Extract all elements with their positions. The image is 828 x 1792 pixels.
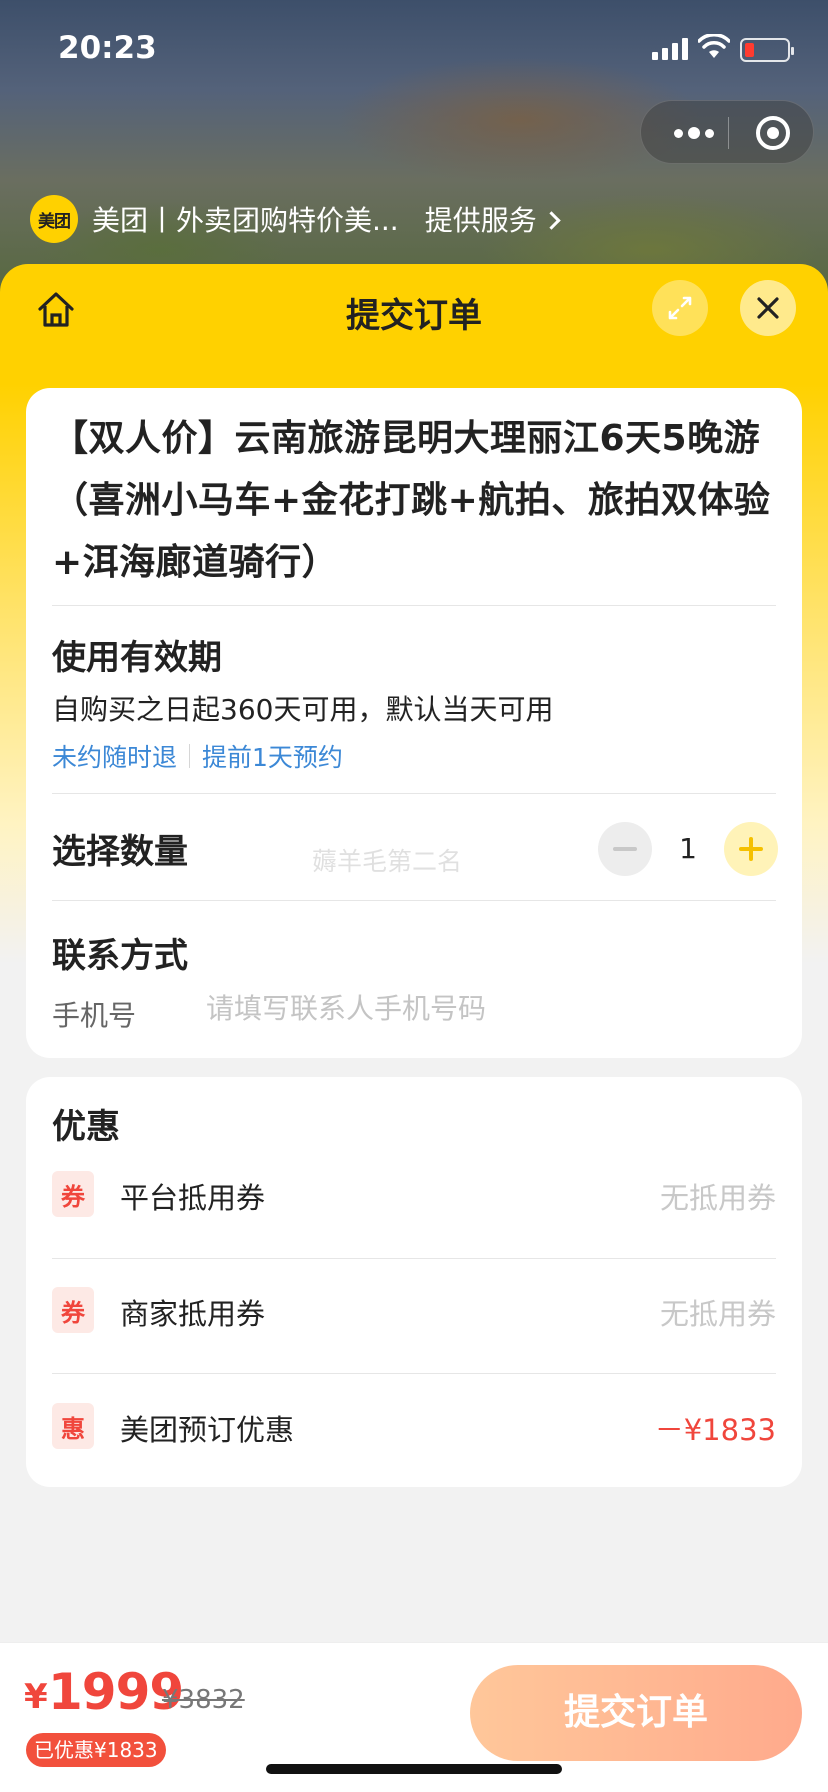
- quantity-label: 选择数量: [52, 832, 188, 872]
- expand-button[interactable]: [652, 280, 708, 336]
- submit-order-button[interactable]: 提交订单: [470, 1665, 802, 1761]
- divider: [52, 1373, 776, 1374]
- divider: [52, 793, 776, 794]
- validity-title: 使用有效期: [52, 638, 222, 678]
- meituan-logo: 美团: [30, 195, 78, 243]
- quantity-minus-button[interactable]: [598, 822, 652, 876]
- tag-reservation: 提前1天预约: [202, 743, 343, 772]
- divider: [52, 1258, 776, 1259]
- status-time: 20:23: [58, 30, 157, 66]
- validity-text: 自购买之日起360天可用，默认当天可用: [52, 693, 554, 726]
- discounts-title: 优惠: [52, 1107, 120, 1147]
- tag-refund: 未约随时退: [52, 743, 178, 772]
- divider: [52, 605, 776, 606]
- discount-label: 平台抵用券: [120, 1181, 266, 1215]
- battery-icon: [740, 38, 794, 62]
- discount-label: 商家抵用券: [120, 1297, 266, 1331]
- policy-tags: 未约随时退 提前1天预约: [52, 738, 343, 774]
- divider: [52, 900, 776, 901]
- app-name: 美团丨外卖团购特价美...: [92, 204, 399, 237]
- sheet-header: 提交订单: [0, 264, 828, 354]
- capsule-divider: [728, 117, 729, 149]
- home-indicator: [266, 1764, 562, 1774]
- service-provider-row[interactable]: 美团 美团丨外卖团购特价美... 提供服务: [30, 194, 561, 244]
- chevron-right-icon: [542, 211, 561, 230]
- service-link[interactable]: 提供服务: [424, 199, 561, 239]
- discount-value: 无抵用券: [659, 1181, 776, 1215]
- discount-row-platform-coupon[interactable]: 券 平台抵用券 无抵用券: [52, 1165, 776, 1225]
- discount-value: 无抵用券: [659, 1297, 776, 1331]
- quantity-plus-button[interactable]: [724, 822, 778, 876]
- contact-title: 联系方式: [52, 936, 188, 976]
- phone-input[interactable]: [206, 984, 766, 1032]
- phone-label: 手机号: [52, 999, 137, 1032]
- discount-amount: －¥1833: [654, 1413, 776, 1447]
- coupon-badge: 券: [52, 1287, 94, 1333]
- discount-badge: 惠: [52, 1403, 94, 1449]
- mini-program-capsule: [640, 100, 814, 164]
- watermark: 薅羊毛第二名: [312, 847, 463, 876]
- product-title: 【双人价】云南旅游昆明大理丽江6天5晚游（喜洲小马车+金花打跳+航拍、旅拍双体验…: [52, 418, 771, 583]
- discount-label: 美团预订优惠: [120, 1413, 295, 1447]
- wifi-icon: [698, 34, 730, 58]
- saved-amount-badge: 已优惠¥1833: [26, 1733, 166, 1767]
- expand-icon: [668, 296, 692, 320]
- discounts-card: 优惠 券 平台抵用券 无抵用券 券 商家抵用券 无抵用券 惠 美团预订优惠 －¥…: [26, 1077, 802, 1487]
- coupon-badge: 券: [52, 1171, 94, 1217]
- exit-mini-program-icon[interactable]: [756, 116, 790, 150]
- original-price: ¥3832: [162, 1685, 245, 1715]
- cellular-signal-icon: [652, 38, 688, 60]
- more-menu-icon[interactable]: [663, 101, 725, 165]
- status-bar: 20:23: [0, 0, 828, 100]
- close-icon: [757, 297, 779, 319]
- service-link-label: 提供服务: [424, 204, 537, 237]
- tag-separator: [189, 744, 191, 768]
- discount-row-booking-discount: 惠 美团预订优惠 －¥1833: [52, 1397, 776, 1457]
- quantity-value: 1: [679, 832, 697, 865]
- quantity-stepper: 1: [598, 822, 778, 876]
- currency-symbol: ¥: [24, 1677, 48, 1717]
- discount-row-merchant-coupon[interactable]: 券 商家抵用券 无抵用券: [52, 1281, 776, 1341]
- close-button[interactable]: [740, 280, 796, 336]
- order-info-card: 【双人价】云南旅游昆明大理丽江6天5晚游（喜洲小马车+金花打跳+航拍、旅拍双体验…: [26, 388, 802, 1058]
